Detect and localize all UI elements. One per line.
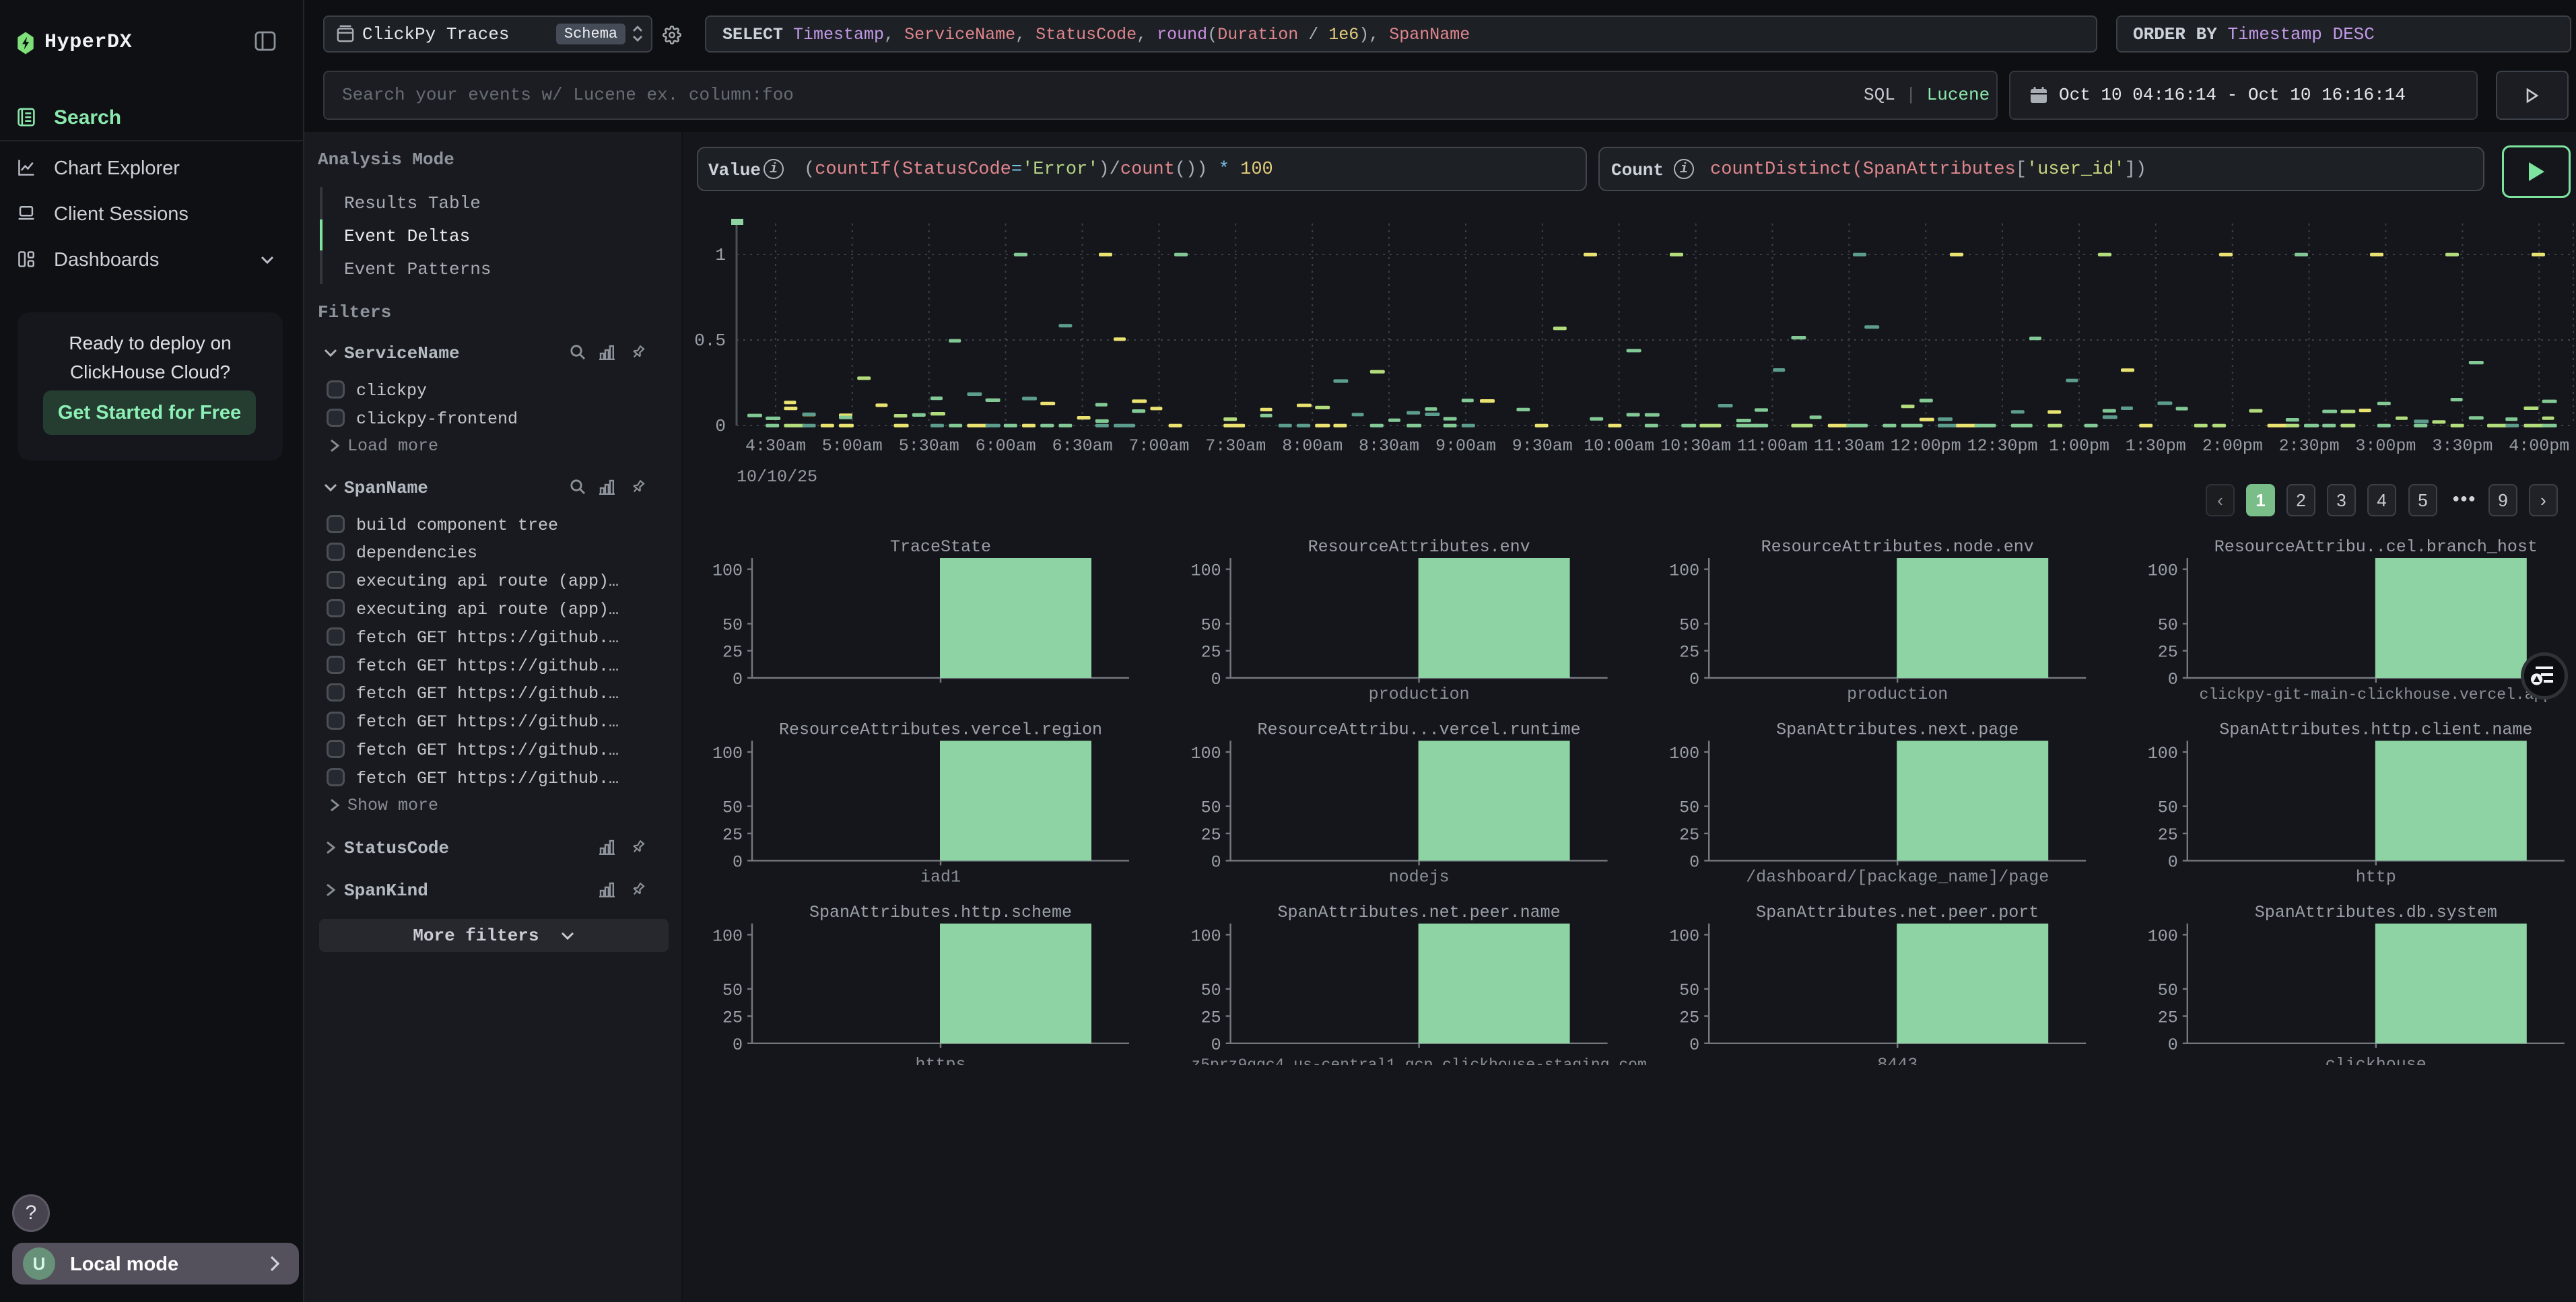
svg-text:100: 100 — [1191, 926, 1221, 946]
svg-text:10:30am: 10:30am — [1660, 436, 1731, 456]
svg-text:SpanAttributes.net.peer.port: SpanAttributes.net.peer.port — [1756, 903, 2039, 922]
svg-text:SpanAttributes.net.peer.name: SpanAttributes.net.peer.name — [1278, 903, 1561, 922]
svg-text:25: 25 — [722, 1008, 743, 1027]
svg-text:production: production — [1369, 685, 1470, 704]
svg-text:5:30am: 5:30am — [899, 436, 959, 456]
svg-text:0: 0 — [715, 416, 726, 436]
svg-text:TraceState: TraceState — [890, 537, 991, 557]
svg-text:0: 0 — [733, 852, 743, 872]
svg-text:50: 50 — [2158, 798, 2178, 818]
svg-text:7:00am: 7:00am — [1128, 436, 1189, 456]
svg-text:ResourceAttributes.vercel.regi: ResourceAttributes.vercel.region — [779, 720, 1102, 739]
svg-text:9:00am: 9:00am — [1435, 436, 1496, 456]
svg-text:2:00pm: 2:00pm — [2202, 436, 2263, 456]
svg-text:12:00pm: 12:00pm — [1891, 436, 1961, 456]
svg-text:SpanAttributes.db.system: SpanAttributes.db.system — [2255, 903, 2497, 922]
svg-text:clickpy-git-main-clickhouse.ve: clickpy-git-main-clickhouse.vercel.app — [2200, 686, 2553, 704]
svg-text:0: 0 — [1211, 1035, 1221, 1055]
svg-text:3:30pm: 3:30pm — [2432, 436, 2493, 456]
svg-text:ResourceAttributes.env: ResourceAttributes.env — [1308, 537, 1530, 557]
svg-text:50: 50 — [722, 981, 743, 1000]
svg-text:9:30am: 9:30am — [1512, 436, 1573, 456]
svg-text:25: 25 — [1201, 1008, 1221, 1027]
svg-text:ResourceAttribu...vercel.runti: ResourceAttribu...vercel.runtime — [1258, 720, 1581, 739]
svg-text:1: 1 — [715, 245, 726, 265]
svg-text:0: 0 — [733, 670, 743, 689]
svg-text:0: 0 — [2168, 1035, 2178, 1055]
svg-text:4:30am: 4:30am — [745, 436, 806, 456]
svg-text:50: 50 — [1201, 798, 1221, 818]
svg-text:production: production — [1847, 685, 1948, 704]
svg-text:25: 25 — [2158, 643, 2178, 662]
svg-text:50: 50 — [1679, 615, 1699, 635]
svg-text:50: 50 — [722, 615, 743, 635]
svg-text:0: 0 — [1211, 852, 1221, 872]
svg-text:SpanAttributes.next.page: SpanAttributes.next.page — [1776, 720, 2019, 739]
svg-text:50: 50 — [1201, 615, 1221, 635]
svg-text:25: 25 — [722, 825, 743, 845]
svg-text:7:30am: 7:30am — [1205, 436, 1266, 456]
svg-text:25: 25 — [1679, 1008, 1699, 1027]
svg-text:/dashboard/[package_name]/page: /dashboard/[package_name]/page — [1746, 867, 2049, 887]
svg-text:12:30pm: 12:30pm — [1967, 436, 2037, 456]
svg-text:6:30am: 6:30am — [1052, 436, 1113, 456]
svg-text:100: 100 — [712, 744, 743, 763]
svg-text:100: 100 — [1669, 561, 1699, 581]
svg-text:100: 100 — [1191, 744, 1221, 763]
svg-text:50: 50 — [1679, 798, 1699, 818]
svg-text:0: 0 — [1211, 670, 1221, 689]
svg-text:25: 25 — [722, 643, 743, 662]
svg-text:ResourceAttribu..cel.branch_ho: ResourceAttribu..cel.branch_host — [2214, 537, 2538, 557]
svg-text:10:00am: 10:00am — [1584, 436, 1654, 456]
svg-text:SpanAttributes.http.scheme: SpanAttributes.http.scheme — [809, 903, 1072, 922]
svg-text:2:30pm: 2:30pm — [2279, 436, 2340, 456]
svg-text:0: 0 — [733, 1035, 743, 1055]
svg-text:25: 25 — [2158, 825, 2178, 845]
svg-text:6:00am: 6:00am — [976, 436, 1036, 456]
svg-text:25: 25 — [1201, 825, 1221, 845]
svg-text:8:00am: 8:00am — [1282, 436, 1343, 456]
svg-text:8:30am: 8:30am — [1359, 436, 1419, 456]
svg-text:100: 100 — [2148, 926, 2178, 946]
svg-text:1:30pm: 1:30pm — [2126, 436, 2186, 456]
svg-text:50: 50 — [2158, 615, 2178, 635]
svg-text:25: 25 — [2158, 1008, 2178, 1027]
svg-text:11:00am: 11:00am — [1737, 436, 1808, 456]
svg-text:SpanAttributes.http.client.nam: SpanAttributes.http.client.name — [2219, 720, 2532, 739]
svg-text:0.5: 0.5 — [694, 331, 726, 351]
svg-text:8443: 8443 — [1877, 1055, 1918, 1065]
svg-text:10/10/25: 10/10/25 — [737, 467, 817, 487]
svg-text:0: 0 — [2168, 852, 2178, 872]
svg-text:100: 100 — [1669, 926, 1699, 946]
svg-text:25: 25 — [1679, 643, 1699, 662]
svg-text:1:00pm: 1:00pm — [2049, 436, 2109, 456]
svg-text:100: 100 — [712, 926, 743, 946]
svg-text:5:00am: 5:00am — [822, 436, 883, 456]
svg-text:0: 0 — [2168, 670, 2178, 689]
svg-text:ResourceAttributes.node.env: ResourceAttributes.node.env — [1761, 537, 2034, 557]
svg-text:4:00pm: 4:00pm — [2509, 436, 2569, 456]
svg-text:50: 50 — [1679, 981, 1699, 1000]
svg-text:11:30am: 11:30am — [1814, 436, 1885, 456]
svg-text:clickhouse: clickhouse — [2326, 1055, 2427, 1065]
svg-text:50: 50 — [722, 798, 743, 818]
svg-text:25: 25 — [1679, 825, 1699, 845]
svg-text:100: 100 — [1191, 561, 1221, 581]
svg-text:100: 100 — [1669, 744, 1699, 763]
svg-text:25: 25 — [1201, 643, 1221, 662]
svg-text:iad1: iad1 — [920, 867, 961, 887]
svg-text:50: 50 — [2158, 981, 2178, 1000]
svg-text:z5prz9ggc4.us-central1.gcp.cli: z5prz9ggc4.us-central1.gcp.clickhouse-st… — [1191, 1056, 1646, 1065]
svg-text:0: 0 — [1689, 670, 1699, 689]
svg-text:https: https — [915, 1055, 965, 1065]
svg-text:100: 100 — [2148, 744, 2178, 763]
svg-text:0: 0 — [1689, 1035, 1699, 1055]
svg-text:100: 100 — [2148, 561, 2178, 581]
svg-text:http: http — [2356, 867, 2396, 887]
svg-text:50: 50 — [1201, 981, 1221, 1000]
svg-text:100: 100 — [712, 561, 743, 581]
svg-text:3:00pm: 3:00pm — [2355, 436, 2416, 456]
svg-text:0: 0 — [1689, 852, 1699, 872]
svg-text:nodejs: nodejs — [1389, 867, 1450, 887]
